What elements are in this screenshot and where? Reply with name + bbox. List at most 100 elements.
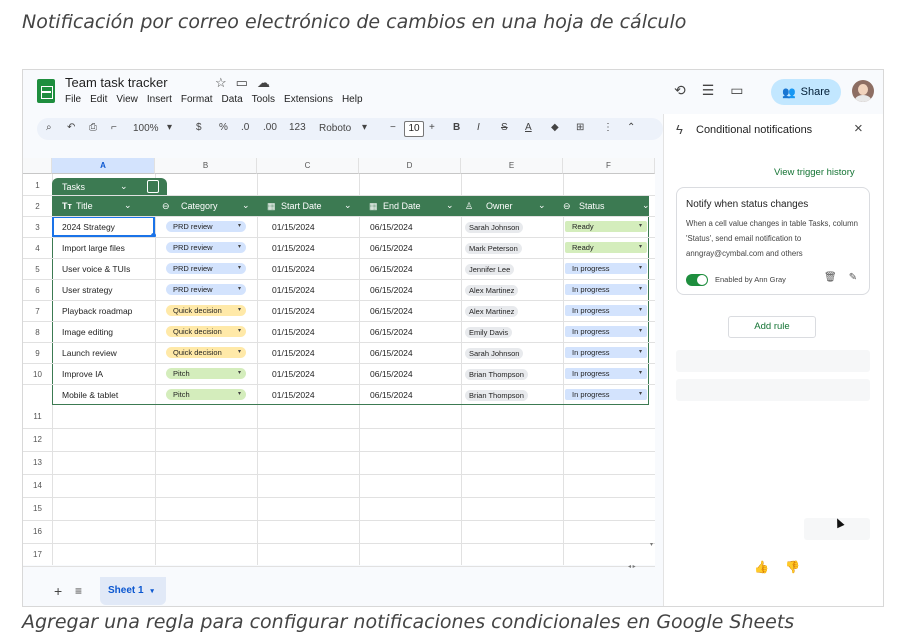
scroll-down-icon[interactable]: ▾ (650, 541, 653, 548)
fill-color-icon[interactable]: ◆ (551, 122, 559, 133)
menu-format[interactable]: Format (181, 94, 213, 105)
menu-data[interactable]: Data (222, 94, 243, 105)
header-category[interactable]: Category (181, 201, 218, 211)
row-header[interactable]: 11 (23, 412, 52, 421)
cloud-icon[interactable]: ☁ (257, 75, 270, 91)
menu-tools[interactable]: Tools (252, 94, 275, 105)
chip-caret-icon[interactable]: ▾ (238, 242, 241, 253)
chip-caret-icon[interactable]: ▾ (639, 221, 642, 232)
table-menu-icon[interactable] (147, 180, 159, 193)
history-icon[interactable]: ⟲ (674, 82, 686, 99)
category-chip[interactable]: PRD review ▾ (166, 221, 246, 232)
cell-title[interactable]: Import large files (62, 243, 125, 253)
cell-start-date[interactable]: 01/15/2024 (272, 264, 315, 274)
table-name-tab[interactable]: Tasks ⌄ (52, 178, 167, 196)
chip-caret-icon[interactable]: ▾ (639, 263, 642, 274)
chip-caret-icon[interactable]: ▾ (639, 305, 642, 316)
doc-title[interactable]: Team task tracker (65, 75, 168, 90)
chip-caret-icon[interactable]: ▾ (639, 389, 642, 400)
menu-file[interactable]: File (65, 94, 81, 105)
sheet-tab[interactable]: Sheet 1 ▾ (100, 577, 166, 605)
header-status-caret-icon[interactable]: ⌄ (642, 200, 650, 211)
font-caret-icon[interactable]: ▾ (362, 122, 367, 133)
cell-start-date[interactable]: 01/15/2024 (272, 327, 315, 337)
cell-end-date[interactable]: 06/15/2024 (370, 327, 413, 337)
category-chip[interactable]: PRD review ▾ (166, 242, 246, 253)
star-icon[interactable]: ☆ (215, 75, 227, 91)
row-header[interactable]: 15 (23, 504, 52, 513)
header-end-date-caret-icon[interactable]: ⌄ (446, 200, 454, 211)
cell-title[interactable]: 2024 Strategy (62, 222, 115, 232)
row-header[interactable]: 16 (23, 527, 52, 536)
cell-end-date[interactable]: 06/15/2024 (370, 264, 413, 274)
percent-button[interactable]: % (219, 122, 228, 133)
cell-title[interactable]: User voice & TUIs (62, 264, 130, 274)
chip-caret-icon[interactable]: ▾ (238, 389, 241, 400)
menu-view[interactable]: View (116, 94, 138, 105)
cell-start-date[interactable]: 01/15/2024 (272, 306, 315, 316)
scroll-arrows-icon[interactable]: ◂ ▸ (628, 563, 636, 570)
collapse-icon[interactable]: ⌃ (627, 122, 635, 133)
cell-start-date[interactable]: 01/15/2024 (272, 369, 315, 379)
row-header[interactable]: 7 (23, 307, 52, 316)
sheets-logo-icon[interactable] (37, 79, 55, 103)
chip-caret-icon[interactable]: ▾ (639, 242, 642, 253)
owner-chip[interactable]: Alex Martinez (465, 306, 519, 317)
header-category-caret-icon[interactable]: ⌄ (242, 200, 250, 211)
column-header-a[interactable]: A (52, 158, 155, 174)
close-icon[interactable]: × (854, 120, 863, 137)
chip-caret-icon[interactable]: ▾ (639, 284, 642, 295)
row-header[interactable]: 9 (23, 349, 52, 358)
owner-chip[interactable]: Emily Davis (465, 327, 513, 338)
chip-caret-icon[interactable]: ▾ (639, 347, 642, 358)
chip-caret-icon[interactable]: ▾ (238, 284, 241, 295)
status-chip[interactable]: In progress ▾ (565, 305, 647, 316)
zoom-caret-icon[interactable]: ▾ (167, 122, 172, 133)
undo-icon[interactable]: ↶ (67, 122, 75, 133)
category-chip[interactable]: PRD review ▾ (166, 263, 246, 274)
owner-chip[interactable]: Brian Thompson (465, 369, 528, 380)
owner-chip[interactable]: Alex Martinez (465, 285, 519, 296)
owner-chip[interactable]: Brian Thompson (465, 390, 528, 401)
cell-end-date[interactable]: 06/15/2024 (370, 222, 413, 232)
view-trigger-history-link[interactable]: View trigger history (774, 167, 855, 178)
cell-title[interactable]: Launch review (62, 348, 117, 358)
owner-chip[interactable]: Sarah Johnson (465, 348, 524, 359)
font-size-increase-icon[interactable]: + (429, 122, 435, 133)
chip-caret-icon[interactable]: ▾ (238, 263, 241, 274)
chip-caret-icon[interactable]: ▾ (639, 326, 642, 337)
folder-icon[interactable]: ▭ (236, 75, 248, 91)
category-chip[interactable]: Pitch ▾ (166, 368, 246, 379)
comment-icon[interactable]: ☰ (702, 82, 715, 99)
currency-button[interactable]: $ (196, 122, 202, 133)
corner-cell[interactable] (23, 158, 52, 174)
rule-card[interactable]: Notify when status changes When a cell v… (676, 187, 870, 295)
header-start-date[interactable]: Start Date (281, 201, 322, 211)
chip-caret-icon[interactable]: ▾ (238, 326, 241, 337)
cell-end-date[interactable]: 06/15/2024 (370, 348, 413, 358)
trash-icon[interactable]: 🗑 (824, 272, 837, 283)
avatar[interactable] (852, 80, 874, 102)
category-chip[interactable]: Quick decision ▾ (166, 326, 246, 337)
category-chip[interactable]: Quick decision ▾ (166, 305, 246, 316)
font-select[interactable]: Roboto (319, 123, 351, 134)
status-chip[interactable]: In progress ▾ (565, 389, 647, 400)
borders-icon[interactable]: ⊞ (576, 122, 584, 133)
video-icon[interactable]: ▭ (730, 82, 743, 99)
row-header[interactable]: 10 (23, 370, 52, 379)
row-header[interactable]: 5 (23, 265, 52, 274)
row-header[interactable]: 8 (23, 328, 52, 337)
category-chip[interactable]: PRD review ▾ (166, 284, 246, 295)
cell-end-date[interactable]: 06/15/2024 (370, 243, 413, 253)
print-icon[interactable]: ⎙ (89, 122, 97, 133)
cell-end-date[interactable]: 06/15/2024 (370, 285, 413, 295)
cell-start-date[interactable]: 01/15/2024 (272, 348, 315, 358)
cell-start-date[interactable]: 01/15/2024 (272, 390, 315, 400)
cell-title[interactable]: Improve IA (62, 369, 103, 379)
menu-insert[interactable]: Insert (147, 94, 172, 105)
chip-caret-icon[interactable]: ▾ (238, 347, 241, 358)
header-end-date[interactable]: End Date (383, 201, 421, 211)
row-header[interactable]: 3 (23, 223, 52, 232)
owner-chip[interactable]: Sarah Johnson (465, 222, 524, 233)
search-icon[interactable]: ⌕ (46, 122, 52, 133)
